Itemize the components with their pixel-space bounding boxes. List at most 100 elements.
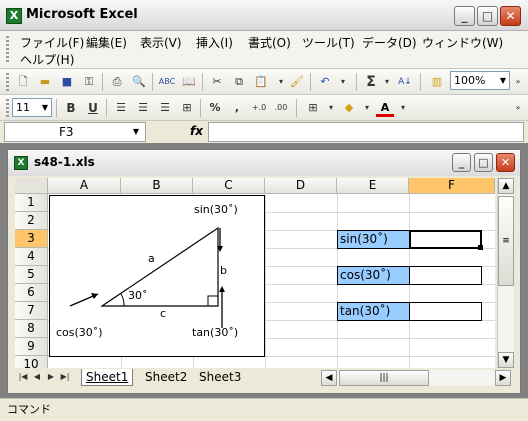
fill-color-icon[interactable]: ◆ xyxy=(340,99,358,117)
insert-function-icon[interactable]: fx xyxy=(190,124,203,138)
font-color-icon[interactable]: A xyxy=(376,99,394,117)
row-header-3[interactable]: 3 xyxy=(15,230,48,248)
first-sheet-icon[interactable]: |◀ xyxy=(17,369,29,387)
print-icon[interactable]: ⎙ xyxy=(108,73,126,91)
align-center-icon[interactable]: ☰ xyxy=(134,99,152,117)
cell-f5-input[interactable] xyxy=(409,266,482,285)
toolbar-options-icon[interactable]: » xyxy=(512,99,524,117)
permission-icon[interactable]: ⚿ xyxy=(80,73,98,91)
column-header-f[interactable]: F xyxy=(409,178,495,194)
row-header-6[interactable]: 6 xyxy=(15,284,48,302)
scroll-thumb[interactable]: ≡ xyxy=(498,196,514,286)
cut-icon[interactable]: ✂ xyxy=(208,73,226,91)
spreadsheet-grid[interactable]: A B C D E F 1 2 3 4 5 6 7 8 9 10 sin(30˚… xyxy=(15,178,495,368)
h-scroll-thumb[interactable]: ||| xyxy=(339,370,429,386)
merge-center-icon[interactable]: ⊞ xyxy=(178,99,196,117)
font-size-select[interactable]: 11 ▼ xyxy=(12,98,52,117)
horizontal-scrollbar[interactable]: ◀ ||| ▶ xyxy=(321,370,511,386)
maximize-button[interactable]: □ xyxy=(477,6,498,26)
row-header-4[interactable]: 4 xyxy=(15,248,48,266)
chevron-down-icon[interactable]: ▼ xyxy=(133,123,139,141)
row-header-10[interactable]: 10 xyxy=(15,356,48,368)
scroll-left-icon[interactable]: ◀ xyxy=(321,370,337,386)
bold-button[interactable]: B xyxy=(62,99,80,117)
percent-button[interactable]: % xyxy=(206,99,224,117)
sheet-tab-2[interactable]: Sheet2 xyxy=(141,369,191,386)
prev-sheet-icon[interactable]: ◀ xyxy=(31,369,43,387)
menu-file[interactable]: ファイル(F) xyxy=(20,34,84,51)
font-color-dropdown-icon[interactable]: ▾ xyxy=(394,99,412,117)
menu-window[interactable]: ウィンドウ(W) xyxy=(422,34,503,51)
zoom-select[interactable]: 100% ▼ xyxy=(450,71,510,90)
copy-icon[interactable]: ⧉ xyxy=(230,73,248,91)
close-button[interactable]: ✕ xyxy=(500,6,521,26)
align-left-icon[interactable]: ☰ xyxy=(112,99,130,117)
chart-wizard-icon[interactable]: ▥ xyxy=(428,73,446,91)
scroll-down-icon[interactable]: ▼ xyxy=(498,352,514,368)
sheet-tab-3[interactable]: Sheet3 xyxy=(195,369,245,386)
cell-e7-label[interactable]: tan(30˚) xyxy=(337,302,410,321)
sort-ascending-icon[interactable]: A↓ xyxy=(396,73,414,91)
comma-button[interactable]: , xyxy=(228,99,246,117)
row-header-1[interactable]: 1 xyxy=(15,194,48,212)
print-preview-icon[interactable]: 🔍 xyxy=(130,73,148,91)
column-header-a[interactable]: A xyxy=(48,178,121,194)
chevron-down-icon[interactable]: ▼ xyxy=(42,99,48,116)
autosum-dropdown-icon[interactable]: ▾ xyxy=(378,73,396,91)
new-icon[interactable]: 🗋 xyxy=(14,73,32,91)
row-header-7[interactable]: 7 xyxy=(15,302,48,320)
menu-insert[interactable]: 挿入(I) xyxy=(196,34,233,51)
workbook-maximize-button[interactable]: □ xyxy=(474,153,493,172)
last-sheet-icon[interactable]: ▶| xyxy=(59,369,71,387)
row-header-5[interactable]: 5 xyxy=(15,266,48,284)
row-header-8[interactable]: 8 xyxy=(15,320,48,338)
workbook-minimize-button[interactable]: _ xyxy=(452,153,471,172)
menu-grip[interactable] xyxy=(6,36,9,64)
spelling-icon[interactable]: ABC xyxy=(158,73,176,91)
column-header-b[interactable]: B xyxy=(121,178,193,194)
cell-f3-input[interactable] xyxy=(409,230,482,249)
row-header-9[interactable]: 9 xyxy=(15,338,48,356)
open-icon[interactable]: ▬ xyxy=(36,73,54,91)
chevron-down-icon[interactable]: ▼ xyxy=(500,72,506,89)
select-all-button[interactable] xyxy=(15,178,48,194)
menu-help[interactable]: ヘルプ(H) xyxy=(20,51,74,68)
increase-decimal-icon[interactable]: +.0 xyxy=(250,99,268,117)
cell-e5-label[interactable]: cos(30˚) xyxy=(337,266,410,285)
toolbar-grip[interactable] xyxy=(6,73,9,91)
menu-edit[interactable]: 編集(E) xyxy=(86,34,127,51)
column-header-d[interactable]: D xyxy=(265,178,337,194)
fill-color-dropdown-icon[interactable]: ▾ xyxy=(358,99,376,117)
formula-input[interactable] xyxy=(208,122,524,142)
borders-icon[interactable]: ⊞ xyxy=(304,99,322,117)
borders-dropdown-icon[interactable]: ▾ xyxy=(322,99,340,117)
row-header-2[interactable]: 2 xyxy=(15,212,48,230)
sheet-tab-1[interactable]: Sheet1 xyxy=(81,369,134,386)
column-header-e[interactable]: E xyxy=(337,178,409,194)
menu-tools[interactable]: ツール(T) xyxy=(302,34,355,51)
vertical-scrollbar[interactable]: ▲ ≡ ▼ xyxy=(497,178,514,368)
minimize-button[interactable]: _ xyxy=(454,6,475,26)
align-right-icon[interactable]: ☰ xyxy=(156,99,174,117)
save-icon[interactable]: ■ xyxy=(58,73,76,91)
cell-e3-label[interactable]: sin(30˚) xyxy=(337,230,410,249)
menu-data[interactable]: データ(D) xyxy=(362,34,417,51)
toolbar-grip[interactable] xyxy=(6,99,9,117)
menu-view[interactable]: 表示(V) xyxy=(140,34,182,51)
cell-f7-input[interactable] xyxy=(409,302,482,321)
fill-handle[interactable] xyxy=(478,245,483,250)
column-header-c[interactable]: C xyxy=(193,178,265,194)
excel-doc-icon[interactable]: X xyxy=(14,156,28,170)
research-icon[interactable]: 📖 xyxy=(180,73,198,91)
undo-dropdown-icon[interactable]: ▾ xyxy=(334,73,352,91)
workbook-close-button[interactable]: ✕ xyxy=(496,153,515,172)
menu-format[interactable]: 書式(O) xyxy=(248,34,291,51)
toolbar-options-icon[interactable]: » xyxy=(512,73,524,91)
next-sheet-icon[interactable]: ▶ xyxy=(45,369,57,387)
scroll-up-icon[interactable]: ▲ xyxy=(498,178,514,194)
triangle-diagram[interactable]: sin(30˚) a b c 30˚ cos(30˚) tan(30˚) xyxy=(49,195,265,357)
scroll-right-icon[interactable]: ▶ xyxy=(495,370,511,386)
decrease-decimal-icon[interactable]: .00 xyxy=(272,99,290,117)
undo-icon[interactable]: ↶ xyxy=(316,73,334,91)
format-painter-icon[interactable]: 🖌 xyxy=(288,73,306,91)
